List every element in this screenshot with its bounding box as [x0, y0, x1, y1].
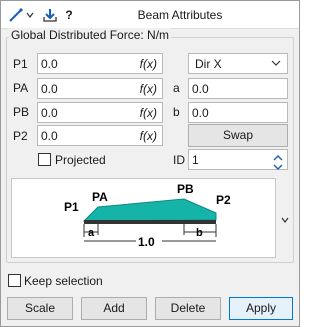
id-label: ID: [173, 153, 185, 167]
delete-button[interactable]: Delete: [155, 297, 221, 320]
a-value: 0.0: [192, 82, 209, 96]
pb-fx-button[interactable]: f(x): [140, 106, 157, 120]
apply-button[interactable]: Apply: [229, 297, 293, 320]
id-spinner[interactable]: 1: [188, 149, 288, 170]
chevron-down-icon: [271, 57, 281, 71]
p2-field[interactable]: 0.0 f(x): [37, 125, 163, 146]
diagram-pa-label: PA: [92, 190, 108, 204]
diagram-p1-label: P1: [64, 200, 79, 214]
pb-value: 0.0: [41, 106, 58, 120]
p1-value: 0.0: [41, 57, 58, 71]
direction-value: Dir X: [195, 57, 222, 71]
diagram-p2-label: P2: [216, 193, 231, 207]
keep-selection-label: Keep selection: [24, 274, 103, 288]
keep-selection-checkbox[interactable]: [8, 274, 21, 287]
diagram-b-label: b: [196, 227, 203, 239]
b-value: 0.0: [192, 106, 209, 120]
projected-label: Projected: [55, 153, 106, 167]
beam-attributes-window: ? Beam Attributes Global Distributed For…: [0, 0, 300, 327]
id-value: 1: [192, 153, 199, 167]
b-label: b: [173, 105, 180, 119]
beam-bar: [84, 220, 216, 224]
pa-label: PA: [13, 81, 29, 95]
p2-value: 0.0: [41, 129, 58, 143]
load-diagram: P1 PA PB P2 a b 1.0: [11, 178, 276, 258]
pa-field[interactable]: 0.0 f(x): [37, 78, 163, 99]
a-field[interactable]: 0.0: [188, 78, 288, 99]
diagram-a-label: a: [88, 227, 95, 239]
direction-select[interactable]: Dir X: [188, 53, 288, 74]
window-title: Beam Attributes: [137, 8, 223, 22]
diagram-pb-label: PB: [177, 182, 194, 196]
diagram-chevron-down-icon[interactable]: [281, 213, 289, 227]
p1-label: P1: [13, 57, 28, 71]
pb-label: PB: [13, 105, 30, 119]
scale-button[interactable]: Scale: [7, 297, 73, 320]
group-title: Global Distributed Force: N/m: [9, 28, 172, 42]
projected-checkbox[interactable]: [38, 153, 51, 166]
p1-fx-button[interactable]: f(x): [140, 57, 157, 71]
pb-field[interactable]: 0.0 f(x): [37, 102, 163, 123]
pa-fx-button[interactable]: f(x): [140, 82, 157, 96]
spin-down-icon[interactable]: [273, 160, 283, 174]
pa-value: 0.0: [41, 82, 58, 96]
add-button[interactable]: Add: [81, 297, 147, 320]
p2-fx-button[interactable]: f(x): [140, 129, 157, 143]
a-label: a: [173, 81, 180, 95]
swap-button[interactable]: Swap: [188, 124, 288, 147]
p2-label: P2: [13, 129, 28, 143]
p1-field[interactable]: 0.0 f(x): [37, 53, 163, 74]
b-field[interactable]: 0.0: [188, 102, 288, 123]
diagram-length-label: 1.0: [138, 235, 155, 249]
title-bar: ? Beam Attributes: [1, 1, 299, 29]
